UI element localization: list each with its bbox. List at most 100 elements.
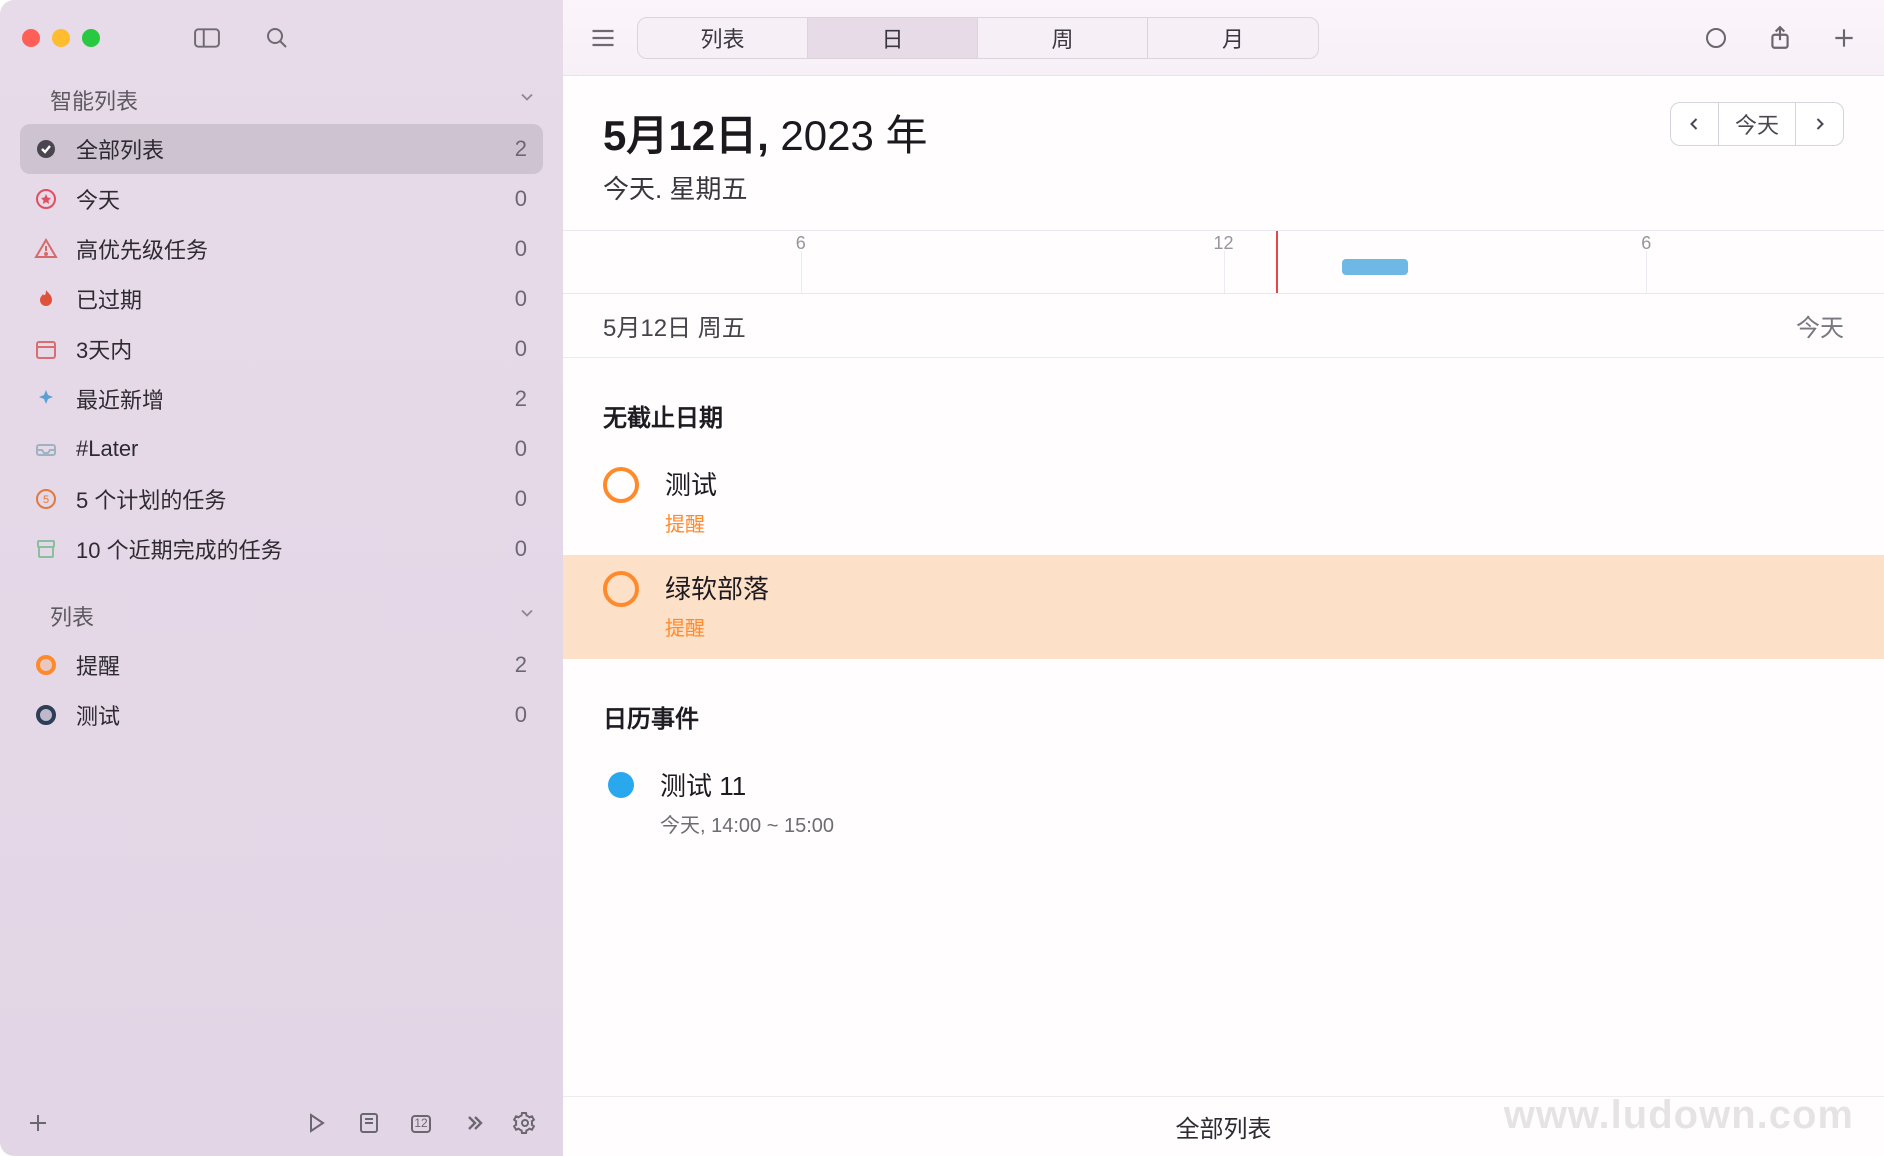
timeline-event-block[interactable] [1342,259,1408,275]
calendar-day-icon[interactable]: 12 [409,1111,433,1135]
sidebar-item-label: 全部列表 [76,133,499,165]
sidebar-item-sparkle[interactable]: 最近新增 2 [20,374,543,424]
traffic-lights [22,29,100,47]
menu-icon[interactable] [589,24,617,52]
sidebar-item-badge5[interactable]: 5 5 个计划的任务 0 [20,474,543,524]
main-panel: 列表日周月 5月12日, 2023 年 今天. 星期五 [563,0,1884,1156]
list-color-icon [32,701,60,729]
event-title: 测试 11 [660,766,834,803]
search-icon[interactable] [264,27,290,49]
sidebar-item-star[interactable]: 今天 0 [20,174,543,224]
sidebar-item-count: 0 [515,186,527,212]
view-tab[interactable]: 日 [808,18,978,58]
calendar-icon [32,335,60,363]
add-list-button[interactable] [26,1111,50,1135]
chevron-down-icon [517,603,537,629]
warning-icon [32,235,60,263]
star-icon [32,185,60,213]
minimize-window-button[interactable] [52,29,70,47]
sidebar-item-label: 10 个近期完成的任务 [76,533,499,565]
sidebar-item-label: 3天内 [76,333,499,365]
sidebar-item-flame[interactable]: 已过期 0 [20,274,543,324]
task-complete-toggle[interactable] [603,467,639,503]
task-complete-toggle[interactable] [603,571,639,607]
prev-day-button[interactable] [1670,102,1718,146]
date-bar: 5月12日 周五 今天 [563,294,1884,358]
sparkle-icon [32,385,60,413]
view-tab[interactable]: 月 [1148,18,1318,58]
add-task-button[interactable] [1830,24,1858,52]
sidebar-item-count: 0 [515,702,527,728]
view-tab[interactable]: 列表 [638,18,808,58]
sidebar-item-label: 5 个计划的任务 [76,483,499,515]
share-icon[interactable] [1766,24,1794,52]
lists-title: 列表 [50,600,94,632]
sidebar-item-count: 0 [515,286,527,312]
calendar-events-header: 日历事件 [563,659,1884,752]
settings-gear-icon[interactable] [513,1111,537,1135]
lists-header[interactable]: 列表 [0,592,563,640]
next-day-button[interactable] [1796,102,1844,146]
task-title: 绿软部落 [665,569,769,606]
sidebar-item-label: 高优先级任务 [76,233,499,265]
sidebar-item-label: 提醒 [76,649,499,681]
sidebar-item-label: 测试 [76,699,499,731]
archive-icon [32,535,60,563]
badge5-icon: 5 [32,485,60,513]
sidebar-item-check-circle[interactable]: 全部列表 2 [20,124,543,174]
sidebar-item-label: 今天 [76,183,499,215]
sidebar-item-count: 0 [515,336,527,362]
user-lists: 提醒 2 测试 0 [0,640,563,740]
task-row[interactable]: 测试 提醒 [563,451,1884,555]
task-list-label: 提醒 [665,612,769,641]
timeline[interactable]: 6126 [563,230,1884,294]
no-deadline-header: 无截止日期 [563,358,1884,451]
sidebar-item-count: 2 [515,652,527,678]
event-color-dot [608,772,634,798]
date-header: 5月12日, 2023 年 今天. 星期五 今天 [563,76,1884,216]
status-circle-icon[interactable] [1702,24,1730,52]
date-main: 5月12日, 2023 年 [603,102,928,163]
task-row[interactable]: 绿软部落 提醒 [563,555,1884,659]
task-list-label: 提醒 [665,508,717,537]
flame-icon [32,285,60,313]
sidebar-list-item[interactable]: 提醒 2 [20,640,543,690]
sidebar-item-archive[interactable]: 10 个近期完成的任务 0 [20,524,543,574]
sidebar-item-count: 0 [515,536,527,562]
sidebar-item-calendar[interactable]: 3天内 0 [20,324,543,374]
sidebar-item-count: 2 [515,136,527,162]
list-color-icon [32,651,60,679]
view-segmented-control: 列表日周月 [637,17,1319,59]
sidebar-item-count: 0 [515,486,527,512]
sidebar-item-count: 0 [515,236,527,262]
main-toolbar: 列表日周月 [563,0,1884,76]
view-tab[interactable]: 周 [978,18,1148,58]
sidebar-item-tray[interactable]: #Later 0 [20,424,543,474]
sidebar-item-count: 2 [515,386,527,412]
datebar-left: 5月12日 周五 [603,308,746,343]
smart-lists-header[interactable]: 智能列表 [0,76,563,124]
notes-filter-icon[interactable] [357,1111,381,1135]
sidebar-item-warning[interactable]: 高优先级任务 0 [20,224,543,274]
close-window-button[interactable] [22,29,40,47]
sidebar-footer: 12 [0,1090,563,1156]
flag-filter-icon[interactable] [305,1111,329,1135]
today-button[interactable]: 今天 [1718,102,1796,146]
date-nav: 今天 [1670,102,1844,146]
tray-icon [32,435,60,463]
task-title: 测试 [665,465,717,502]
smart-lists: 全部列表 2 今天 0 高优先级任务 0 已过期 0 3天内 0 最近新增 2 … [0,124,563,574]
smart-lists-title: 智能列表 [50,84,138,116]
fullscreen-window-button[interactable] [82,29,100,47]
sidebar-list-item[interactable]: 测试 0 [20,690,543,740]
check-circle-icon [32,135,60,163]
task-list: 测试 提醒 绿软部落 提醒 [563,451,1884,659]
svg-text:5: 5 [43,494,49,506]
event-list: 测试 11 今天, 14:00 ~ 15:00 [563,752,1884,856]
sidebar-item-label: 最近新增 [76,383,499,415]
window-titlebar [0,0,563,76]
timeline-now-indicator [1276,231,1278,293]
toggle-sidebar-icon[interactable] [194,27,220,49]
more-icon[interactable] [461,1111,485,1135]
event-row[interactable]: 测试 11 今天, 14:00 ~ 15:00 [563,752,1884,856]
